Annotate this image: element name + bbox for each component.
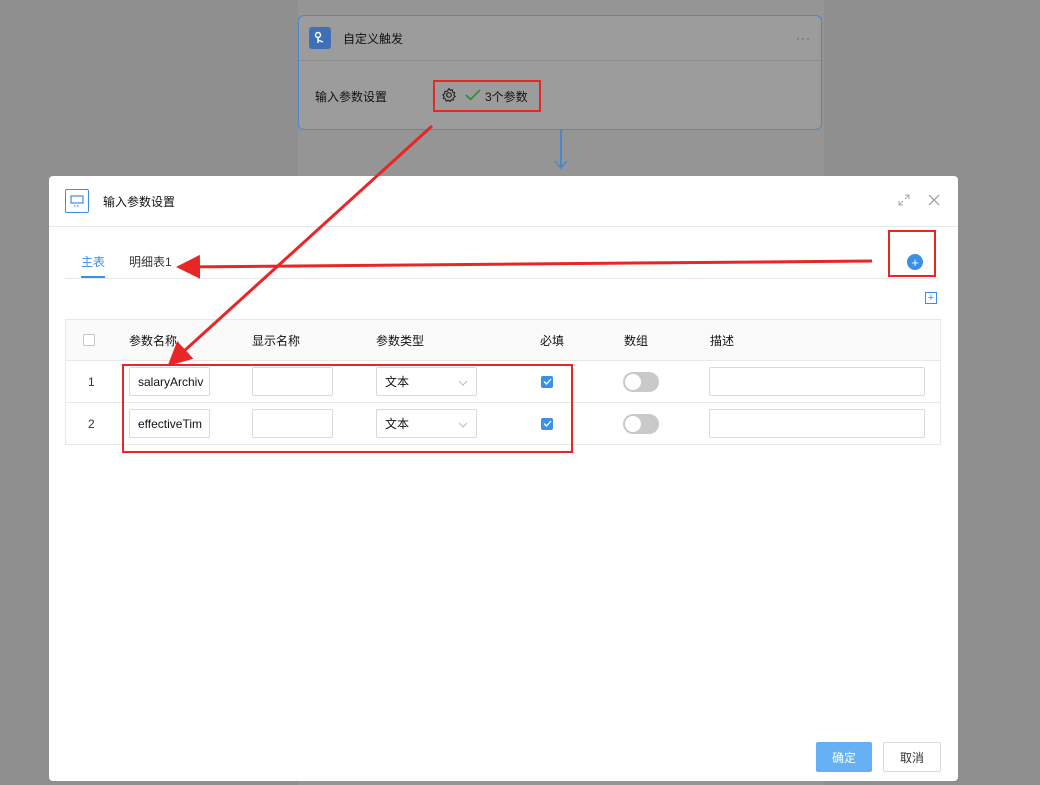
- monitor-icon: [65, 189, 89, 213]
- dialog-tabs: 主表 明细表1: [65, 226, 939, 279]
- expand-icon[interactable]: [898, 194, 910, 209]
- trigger-node-header: 自定义触发 ···: [299, 16, 821, 61]
- column-header-description: 描述: [710, 333, 735, 348]
- arrow-down-icon: [554, 160, 568, 170]
- array-toggle[interactable]: [623, 371, 659, 392]
- table-header-row: 参数名称 显示名称 参数类型 必填 数组 描述: [66, 320, 940, 361]
- trigger-node-icon: [309, 27, 331, 49]
- trigger-node-card[interactable]: 自定义触发 ··· 输入参数设置 3个参数: [298, 15, 822, 130]
- add-tab-button[interactable]: +: [907, 254, 923, 270]
- dialog-title: 输入参数设置: [103, 194, 176, 209]
- gear-icon[interactable]: [441, 87, 457, 106]
- row-index: 1: [88, 374, 95, 389]
- dialog-window-controls: [898, 194, 940, 209]
- column-header-param-name: 参数名称: [129, 333, 178, 348]
- trigger-node-body: 输入参数设置 3个参数: [299, 61, 821, 131]
- column-header-display-name: 显示名称: [252, 333, 301, 348]
- description-input[interactable]: [709, 367, 925, 396]
- input-params-label: 输入参数设置: [315, 89, 388, 104]
- column-header-required: 必填: [540, 333, 565, 348]
- active-tab-indicator: [81, 276, 105, 278]
- description-input[interactable]: [709, 409, 925, 438]
- tab-detail-table-1[interactable]: 明细表1: [129, 253, 172, 270]
- check-icon: [465, 88, 481, 104]
- column-header-array: 数组: [624, 333, 649, 348]
- confirm-button[interactable]: 确定: [816, 742, 872, 772]
- close-icon[interactable]: [928, 194, 940, 209]
- input-params-dialog: 输入参数设置 主表 明细表1 + + 参数名称 显示名称 参数类型 必填 数组 …: [49, 176, 958, 781]
- column-header-param-type: 参数类型: [376, 333, 425, 348]
- tab-main-table[interactable]: 主表: [81, 253, 105, 270]
- select-all-checkbox[interactable]: [83, 334, 95, 346]
- input-params-status[interactable]: 3个参数: [433, 80, 541, 112]
- trigger-node-title: 自定义触发: [343, 31, 404, 46]
- param-count: 3个参数: [485, 89, 528, 104]
- row-index: 2: [88, 416, 95, 431]
- dialog-header: 输入参数设置: [49, 176, 958, 227]
- add-row-button[interactable]: +: [925, 292, 937, 304]
- array-toggle[interactable]: [623, 413, 659, 434]
- cancel-button[interactable]: 取消: [883, 742, 941, 772]
- more-icon[interactable]: ···: [796, 31, 811, 45]
- rows-highlight: [122, 364, 573, 453]
